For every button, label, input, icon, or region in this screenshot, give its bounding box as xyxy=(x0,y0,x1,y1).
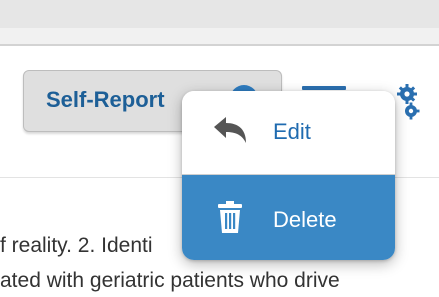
context-menu: Edit Delete xyxy=(182,91,395,260)
menu-item-edit[interactable]: Edit xyxy=(182,91,395,174)
top-band-divider xyxy=(0,44,439,46)
top-band xyxy=(0,0,439,28)
menu-item-edit-label: Edit xyxy=(273,119,311,144)
top-band-lower xyxy=(0,28,439,44)
undo-arrow-icon xyxy=(212,115,248,152)
self-report-label: Self-Report xyxy=(46,87,165,112)
body-text-line-1: f reality. 2. Identi xyxy=(0,234,153,257)
trash-icon xyxy=(217,201,243,238)
menu-item-delete[interactable]: Delete xyxy=(182,174,395,260)
menu-item-delete-label: Delete xyxy=(273,207,337,232)
body-text-line-2: ated with geriatric patients who drive xyxy=(0,269,340,292)
